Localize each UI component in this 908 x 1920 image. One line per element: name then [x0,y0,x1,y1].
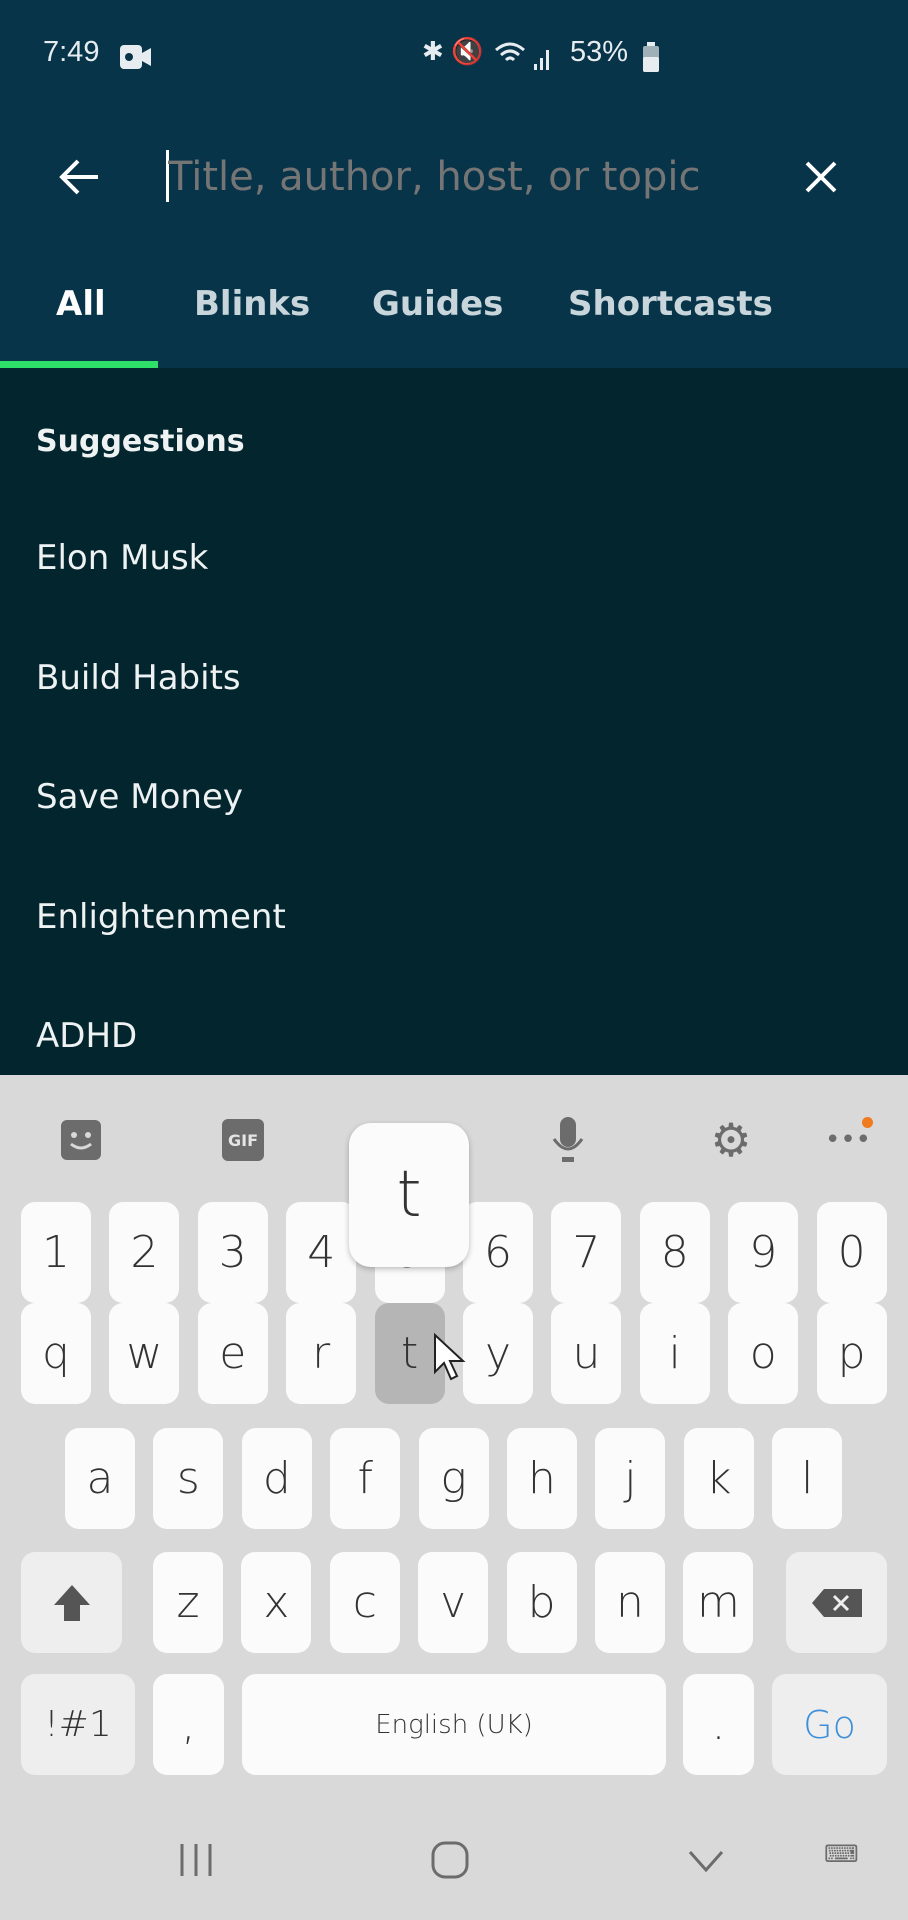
key-v[interactable]: v [418,1552,489,1653]
key-c[interactable]: c [329,1552,400,1653]
home-button[interactable] [430,1840,470,1884]
key-p[interactable]: p [816,1303,887,1404]
key-h[interactable]: h [507,1428,577,1529]
tab-shortcasts[interactable]: Shortcasts [568,284,773,324]
gif-icon[interactable]: GIF [218,1115,268,1165]
more-icon[interactable]: ••• [823,1115,873,1165]
backspace-icon [811,1588,862,1617]
key-preview-popup: t [349,1123,469,1267]
key-w[interactable]: w [109,1303,180,1404]
settings-icon[interactable]: ⚙ [706,1113,756,1167]
key-x[interactable]: x [241,1552,312,1653]
key-b[interactable]: b [506,1552,577,1653]
shift-icon [53,1584,90,1621]
recent-apps-button[interactable] [176,1840,216,1884]
app-header: 7:49 ✱ 🔇 53% All Blinks Guides Shortcast… [0,0,908,368]
key-d[interactable]: d [241,1428,312,1529]
key-r[interactable]: r [286,1303,357,1404]
space-key[interactable]: English (UK) [242,1674,666,1775]
gif-label: GIF [222,1119,264,1161]
key-l[interactable]: l [772,1428,843,1529]
microphone-icon[interactable] [543,1115,593,1165]
status-icons: ✱ 🔇 [422,36,484,66]
key-e[interactable]: e [197,1303,268,1404]
tab-all[interactable]: All [56,284,106,324]
notification-dot [862,1117,873,1128]
tab-indicator [0,361,158,368]
symbols-key[interactable]: !#1 [21,1674,135,1775]
key-8[interactable]: 8 [639,1202,710,1303]
period-key[interactable]: . [683,1674,754,1775]
key-q[interactable]: q [21,1303,91,1404]
key-y[interactable]: y [463,1303,533,1404]
search-input[interactable] [168,148,778,206]
suggestion-item[interactable]: Enlightenment [36,897,286,937]
key-0[interactable]: 0 [816,1202,887,1303]
shift-key[interactable] [21,1552,122,1653]
key-6[interactable]: 6 [463,1202,533,1303]
key-s[interactable]: s [153,1428,224,1529]
keyboard: GIF ⚙ ••• 1234567890qwertyuiopasdfghjklz… [0,1075,908,1920]
key-j[interactable]: j [595,1428,666,1529]
battery-icon [643,42,659,72]
key-u[interactable]: u [551,1303,622,1404]
suggestion-item[interactable]: Build Habits [36,658,241,698]
comma-key[interactable]: , [153,1674,224,1775]
suggestion-item[interactable]: ADHD [36,1016,137,1056]
key-9[interactable]: 9 [728,1202,799,1303]
keyboard-switch-icon[interactable]: ⌨ [824,1840,859,1868]
key-2[interactable]: 2 [109,1202,180,1303]
key-3[interactable]: 3 [197,1202,268,1303]
suggestion-item[interactable]: Save Money [36,777,243,817]
key-g[interactable]: g [418,1428,489,1529]
key-z[interactable]: z [153,1552,223,1653]
tab-guides[interactable]: Guides [372,284,503,324]
key-m[interactable]: m [683,1552,754,1653]
key-1[interactable]: 1 [21,1202,91,1303]
status-time: 7:49 [43,36,100,68]
key-o[interactable]: o [728,1303,799,1404]
key-7[interactable]: 7 [551,1202,622,1303]
suggestions-title: Suggestions [36,424,245,459]
key-n[interactable]: n [595,1552,665,1653]
wifi-signal-icon [495,42,549,70]
key-i[interactable]: i [639,1303,710,1404]
backspace-key[interactable] [786,1552,887,1653]
key-f[interactable]: f [330,1428,401,1529]
suggestions-panel: Suggestions Elon Musk Build Habits Save … [0,368,908,1075]
key-4[interactable]: 4 [286,1202,357,1303]
clear-search-icon[interactable] [804,160,838,194]
suggestion-item[interactable]: Elon Musk [36,538,208,578]
back-arrow-icon[interactable] [58,158,102,196]
key-k[interactable]: k [683,1428,754,1529]
tab-blinks[interactable]: Blinks [194,284,310,324]
sticker-icon[interactable] [56,1115,106,1165]
key-a[interactable]: a [65,1428,135,1529]
video-record-icon [120,45,151,69]
hide-keyboard-button[interactable] [686,1840,726,1884]
battery-percent: 53% [570,36,629,68]
go-key[interactable]: Go [772,1674,887,1775]
mouse-pointer-icon [434,1332,466,1381]
